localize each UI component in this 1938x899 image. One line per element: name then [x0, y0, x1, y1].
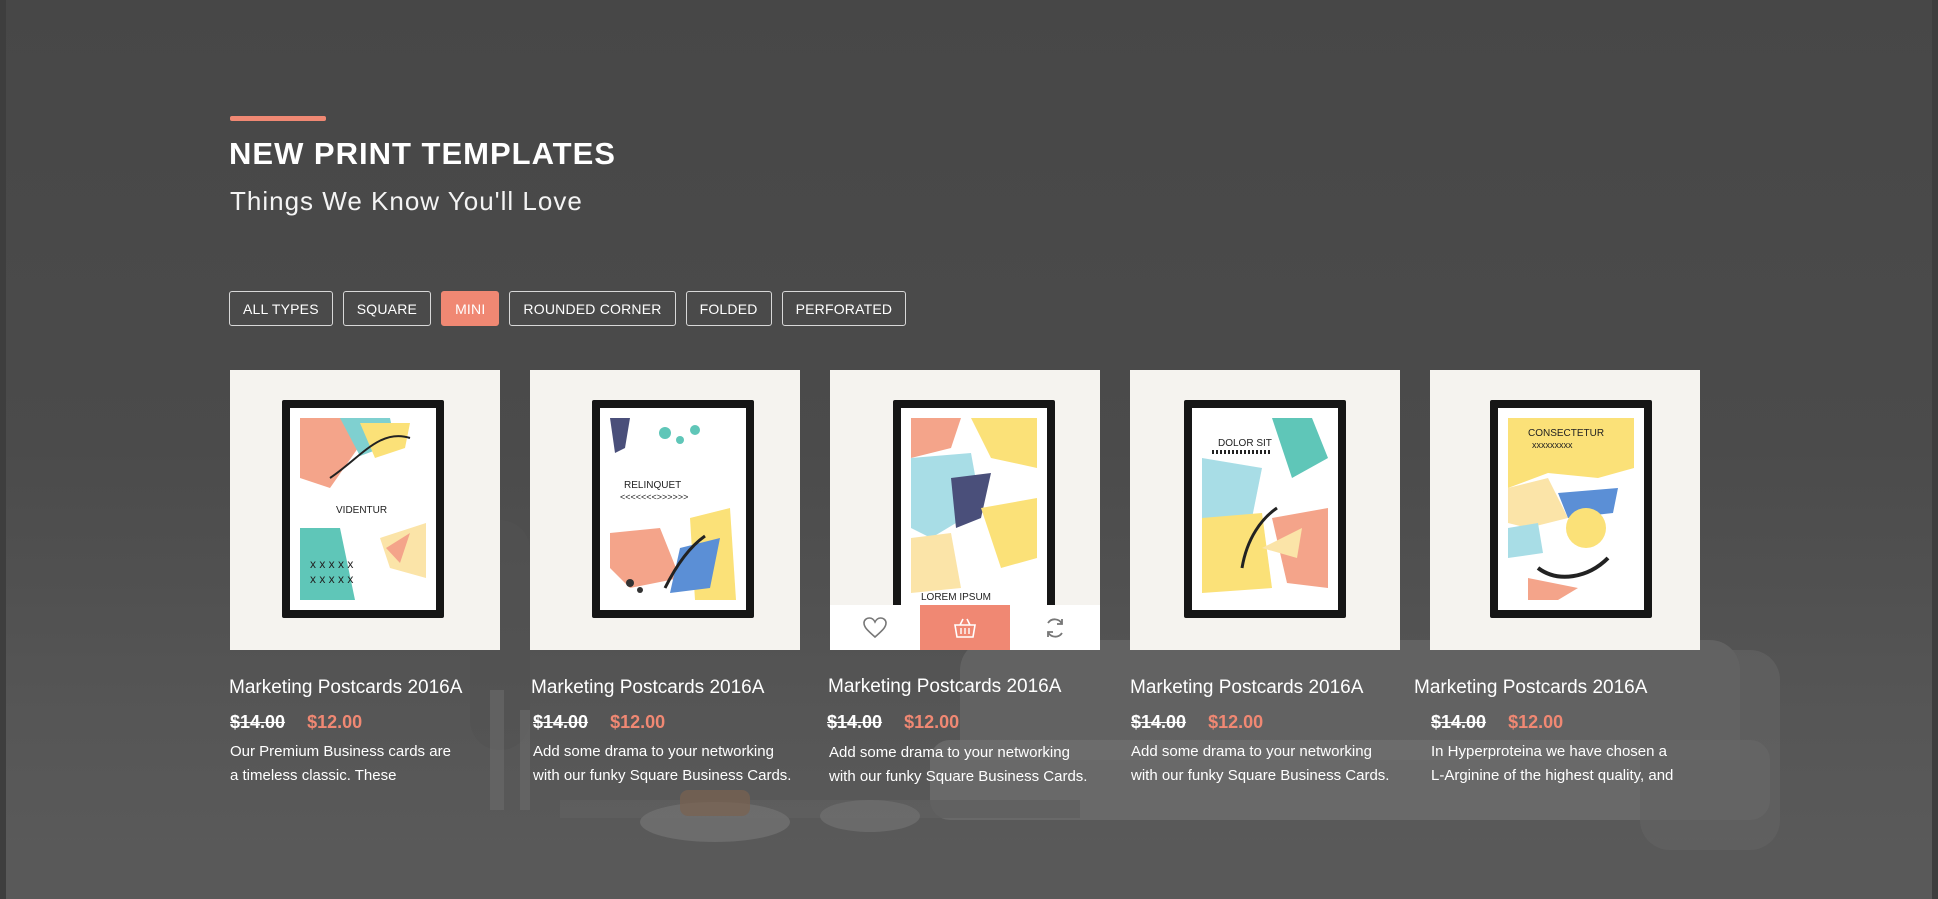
- svg-text:x x x x x: x x x x x: [310, 572, 353, 586]
- section-subtitle: Things We Know You'll Love: [230, 186, 583, 216]
- old-price: $14.00: [533, 712, 589, 732]
- product-image[interactable]: VIDENTUR x x x x x x x x x x: [230, 370, 500, 650]
- description-line: Our Premium Business cards are: [230, 743, 451, 760]
- sale-price: $12.00: [904, 712, 960, 732]
- product-prices: $14.00 $12.00: [1131, 712, 1263, 733]
- product-name[interactable]: Marketing Postcards 2016A: [1414, 677, 1647, 699]
- description-line: Add some drama to your networking: [533, 743, 774, 760]
- svg-text:x x x x x: x x x x x: [310, 557, 353, 571]
- poster-text: DOLOR SIT: [1218, 438, 1272, 449]
- print-templates-section: NEW PRINT TEMPLATES Things We Know You'l…: [0, 0, 1938, 899]
- poster-art: RELINQUET <<<<<<<>>>>>>: [610, 418, 736, 600]
- poster-art: DOLOR SIT: [1202, 418, 1328, 600]
- compare-button[interactable]: [1010, 605, 1100, 650]
- old-price: $14.00: [1131, 712, 1187, 732]
- product-name[interactable]: Marketing Postcards 2016A: [828, 676, 1061, 698]
- product-prices: $14.00 $12.00: [230, 712, 362, 733]
- poster-text: CONSECTETUR: [1528, 428, 1604, 439]
- svg-text:xxxxxxxxx: xxxxxxxxx: [1532, 440, 1573, 450]
- product-image[interactable]: LOREM IPSUM: [830, 370, 1100, 650]
- wishlist-button[interactable]: [830, 605, 920, 650]
- product-card[interactable]: LOREM IPSUM Marketing Postcards 2016A $1…: [827, 370, 1100, 785]
- add-to-cart-button[interactable]: [920, 605, 1010, 650]
- filter-bar: ALL TYPES SQUARE MINI ROUNDED CORNER FOL…: [229, 291, 907, 326]
- product-card[interactable]: VIDENTUR x x x x x x x x x x Marketing P…: [229, 370, 500, 784]
- product-description: Add some drama to your networking with o…: [829, 741, 1129, 789]
- product-card[interactable]: RELINQUET <<<<<<<>>>>>> Marketing Postca…: [530, 370, 800, 784]
- product-name[interactable]: Marketing Postcards 2016A: [1130, 677, 1363, 699]
- description-line: Add some drama to your networking: [829, 744, 1070, 761]
- poster-text: LOREM IPSUM: [921, 592, 991, 603]
- product-image[interactable]: RELINQUET <<<<<<<>>>>>>: [530, 370, 800, 650]
- product-prices: $14.00 $12.00: [827, 712, 959, 733]
- product-description: Add some drama to your networking with o…: [533, 740, 833, 788]
- product-image[interactable]: DOLOR SIT: [1130, 370, 1400, 650]
- filter-rounded-corner[interactable]: ROUNDED CORNER: [509, 291, 676, 326]
- poster-art: VIDENTUR x x x x x x x x x x: [300, 418, 426, 600]
- poster-text: RELINQUET: [624, 480, 681, 491]
- heart-icon: [863, 616, 887, 638]
- sale-price: $12.00: [1208, 712, 1264, 732]
- description-line: In Hyperproteina we have chosen a: [1431, 743, 1667, 760]
- product-card[interactable]: DOLOR SIT Marketing Postcards 2016A $14.…: [1130, 370, 1400, 784]
- product-description: In Hyperproteina we have chosen a L-Argi…: [1431, 740, 1731, 788]
- description-line: a timeless classic. These: [230, 767, 397, 784]
- product-card[interactable]: CONSECTETUR xxxxxxxxx Marketing Postcard…: [1414, 370, 1700, 784]
- product-grid: VIDENTUR x x x x x x x x x x Marketing P…: [0, 370, 1938, 790]
- product-name[interactable]: Marketing Postcards 2016A: [531, 677, 764, 699]
- filter-folded[interactable]: FOLDED: [685, 291, 772, 326]
- poster-art: LOREM IPSUM: [911, 418, 1037, 612]
- description-line: Add some drama to your networking: [1131, 743, 1372, 760]
- old-price: $14.00: [230, 712, 286, 732]
- old-price: $14.00: [1431, 712, 1487, 732]
- old-price: $14.00: [827, 712, 883, 732]
- poster-text: VIDENTUR: [336, 505, 387, 516]
- description-line: L-Arginine of the highest quality, and: [1431, 767, 1674, 784]
- product-name[interactable]: Marketing Postcards 2016A: [229, 677, 462, 699]
- product-prices: $14.00 $12.00: [533, 712, 665, 733]
- refresh-icon: [1047, 617, 1063, 638]
- description-line: with our funky Square Business Cards.: [533, 767, 792, 784]
- product-prices: $14.00 $12.00: [1431, 712, 1563, 733]
- filter-square[interactable]: SQUARE: [342, 291, 432, 326]
- product-description: Add some drama to your networking with o…: [1131, 740, 1431, 788]
- filter-perforated[interactable]: PERFORATED: [781, 291, 907, 326]
- section-title: NEW PRINT TEMPLATES: [229, 136, 616, 171]
- sale-price: $12.00: [307, 712, 363, 732]
- description-line: with our funky Square Business Cards.: [829, 768, 1088, 785]
- filter-mini[interactable]: MINI: [441, 291, 500, 326]
- product-hover-actions: [830, 605, 1100, 650]
- title-accent-bar: [230, 116, 326, 121]
- sale-price: $12.00: [610, 712, 666, 732]
- filter-all-types[interactable]: ALL TYPES: [229, 291, 333, 326]
- basket-icon: [954, 618, 976, 638]
- poster-art: CONSECTETUR xxxxxxxxx: [1508, 418, 1634, 600]
- product-description: Our Premium Business cards are a timeles…: [230, 740, 530, 788]
- svg-text:<<<<<<<>>>>>>: <<<<<<<>>>>>>: [620, 492, 688, 502]
- product-image[interactable]: CONSECTETUR xxxxxxxxx: [1430, 370, 1700, 650]
- sale-price: $12.00: [1508, 712, 1564, 732]
- description-line: with our funky Square Business Cards.: [1131, 767, 1390, 784]
